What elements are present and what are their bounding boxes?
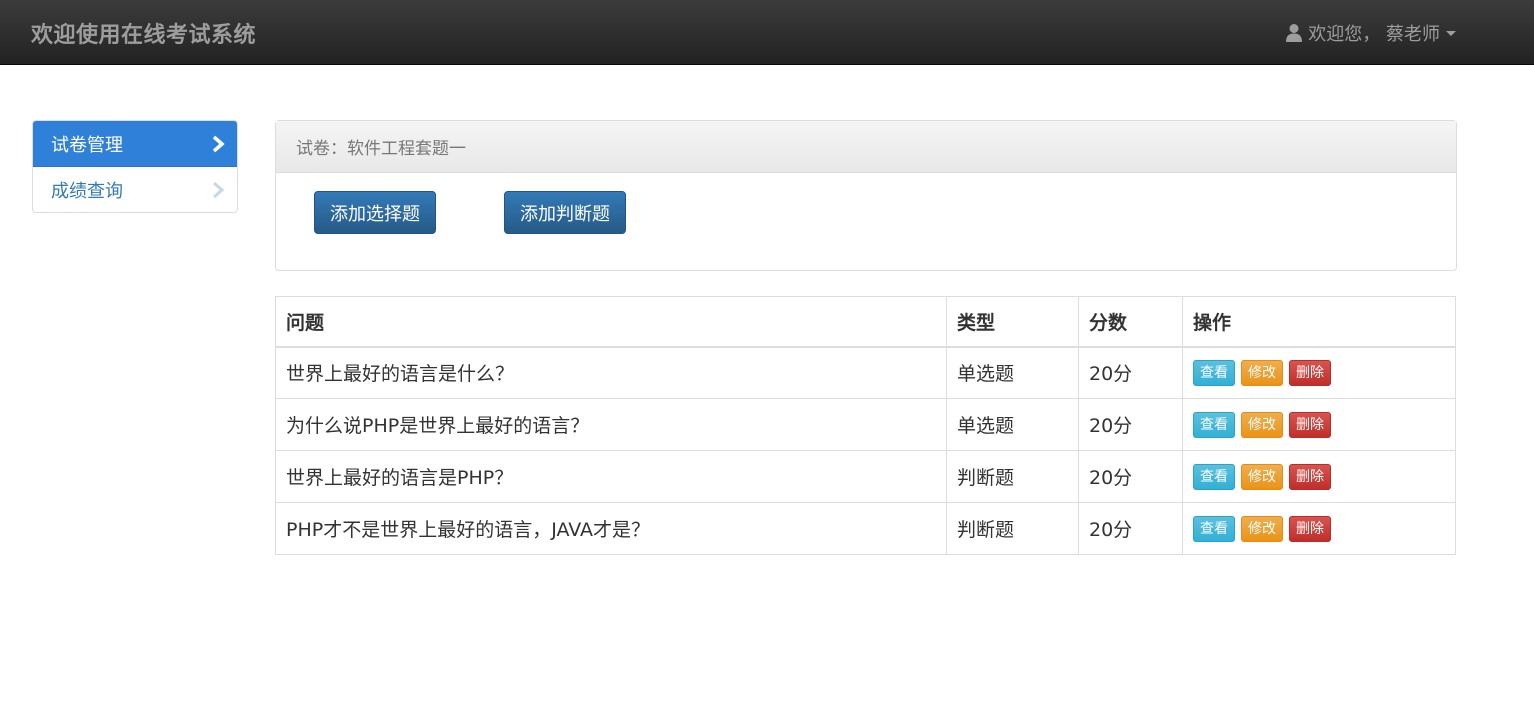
sidebar: 试卷管理 成绩查询 xyxy=(32,120,238,213)
actions-cell: 查看 修改 删除 xyxy=(1182,502,1456,555)
exam-title: 试卷：软件工程套题一 xyxy=(296,139,466,159)
column-header-type: 类型 xyxy=(946,296,1079,348)
table-row: PHP才不是世界上最好的语言，JAVA才是？ 判断题 20分 查看 修改 删除 xyxy=(275,502,1456,555)
question-cell: 世界上最好的语言是PHP？ xyxy=(275,450,947,503)
actions-cell: 查看 修改 删除 xyxy=(1182,346,1456,399)
column-header-score: 分数 xyxy=(1078,296,1183,348)
chevron-right-icon xyxy=(213,181,225,199)
column-header-question: 问题 xyxy=(275,296,947,348)
sidebar-item-label: 成绩查询 xyxy=(51,181,123,202)
view-button[interactable]: 查看 xyxy=(1193,411,1235,438)
panel-heading: 试卷：软件工程套题一 xyxy=(276,121,1456,173)
caret-down-icon xyxy=(1446,30,1456,36)
delete-button[interactable]: 删除 xyxy=(1289,359,1331,386)
user-icon xyxy=(1286,24,1303,42)
type-cell: 单选题 xyxy=(946,398,1079,451)
type-cell: 单选题 xyxy=(946,346,1079,399)
view-button[interactable]: 查看 xyxy=(1193,359,1235,386)
actions-cell: 查看 修改 删除 xyxy=(1182,398,1456,451)
user-greeting: 欢迎您， 蔡老师 xyxy=(1308,24,1440,45)
score-cell: 20分 xyxy=(1078,346,1183,399)
sidebar-item-exam-management[interactable]: 试卷管理 xyxy=(33,121,237,167)
brand-title[interactable]: 欢迎使用在线考试系统 xyxy=(31,17,256,49)
chevron-right-icon xyxy=(212,135,225,152)
sidebar-item-label: 试卷管理 xyxy=(51,134,123,156)
question-table: 问题 类型 分数 操作 世界上最好的语言是什么？ 单选题 20分 查看 修改 删… xyxy=(275,296,1456,555)
edit-button[interactable]: 修改 xyxy=(1241,359,1283,386)
type-cell: 判断题 xyxy=(946,450,1079,503)
column-header-actions: 操作 xyxy=(1182,296,1456,348)
table-row: 世界上最好的语言是什么？ 单选题 20分 查看 修改 删除 xyxy=(275,346,1456,399)
delete-button[interactable]: 删除 xyxy=(1289,515,1331,542)
add-judge-question-button[interactable]: 添加判断题 xyxy=(504,191,626,234)
question-cell: 为什么说PHP是世界上最好的语言？ xyxy=(275,398,947,451)
question-cell: PHP才不是世界上最好的语言，JAVA才是？ xyxy=(275,502,947,555)
edit-button[interactable]: 修改 xyxy=(1241,463,1283,490)
table-row: 为什么说PHP是世界上最好的语言？ 单选题 20分 查看 修改 删除 xyxy=(275,398,1456,451)
user-dropdown[interactable]: 欢迎您， 蔡老师 xyxy=(1285,20,1456,46)
question-cell: 世界上最好的语言是什么？ xyxy=(275,346,947,399)
view-button[interactable]: 查看 xyxy=(1193,515,1235,542)
actions-cell: 查看 修改 删除 xyxy=(1182,450,1456,503)
type-cell: 判断题 xyxy=(946,502,1079,555)
top-navbar: 欢迎使用在线考试系统 欢迎您， 蔡老师 xyxy=(0,0,1534,65)
delete-button[interactable]: 删除 xyxy=(1289,411,1331,438)
delete-button[interactable]: 删除 xyxy=(1289,463,1331,490)
exam-panel: 试卷：软件工程套题一 添加选择题 添加判断题 xyxy=(275,120,1457,271)
view-button[interactable]: 查看 xyxy=(1193,463,1235,490)
table-row: 世界上最好的语言是PHP？ 判断题 20分 查看 修改 删除 xyxy=(275,450,1456,503)
edit-button[interactable]: 修改 xyxy=(1241,515,1283,542)
table-header-row: 问题 类型 分数 操作 xyxy=(275,296,1456,348)
sidebar-item-score-query[interactable]: 成绩查询 xyxy=(33,167,237,212)
score-cell: 20分 xyxy=(1078,502,1183,555)
score-cell: 20分 xyxy=(1078,398,1183,451)
add-choice-question-button[interactable]: 添加选择题 xyxy=(314,191,436,234)
edit-button[interactable]: 修改 xyxy=(1241,411,1283,438)
score-cell: 20分 xyxy=(1078,450,1183,503)
